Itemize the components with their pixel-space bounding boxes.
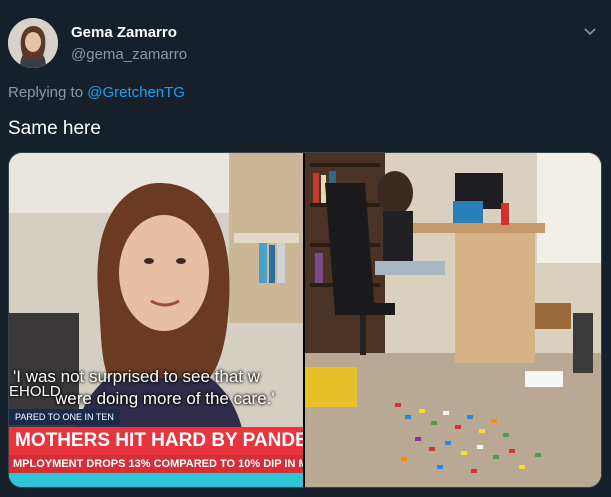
chyron-label: PARED TO ONE IN TEN [9,409,120,425]
chyron-ticker: MPLOYMENT DROPS 13% COMPARED TO 10% DIP … [9,455,303,473]
replying-to: Replying to @GretchenTG [8,84,185,101]
media-home-office-photo[interactable] [305,153,601,487]
chyron-headline: MOTHERS HIT HARD BY PANDEMI [9,427,303,455]
avatar-image [8,18,58,68]
overlay-left-text: EHOLD [9,383,61,400]
author-name[interactable]: Gema Zamarro [71,24,177,41]
avatar[interactable] [8,18,58,68]
home-office-photo-art [305,153,601,487]
chyron-bar [9,473,303,487]
tweet-media[interactable]: 'I was not surprised to see that w were … [8,152,602,488]
chevron-down-icon[interactable] [583,24,597,38]
media-news-screenshot[interactable]: 'I was not surprised to see that w were … [9,153,303,487]
tweet-text: Same here [8,118,101,139]
replying-to-link[interactable]: @GretchenTG [87,84,185,101]
replying-prefix: Replying to [8,84,88,101]
author-handle[interactable]: @gema_zamarro [71,46,187,63]
